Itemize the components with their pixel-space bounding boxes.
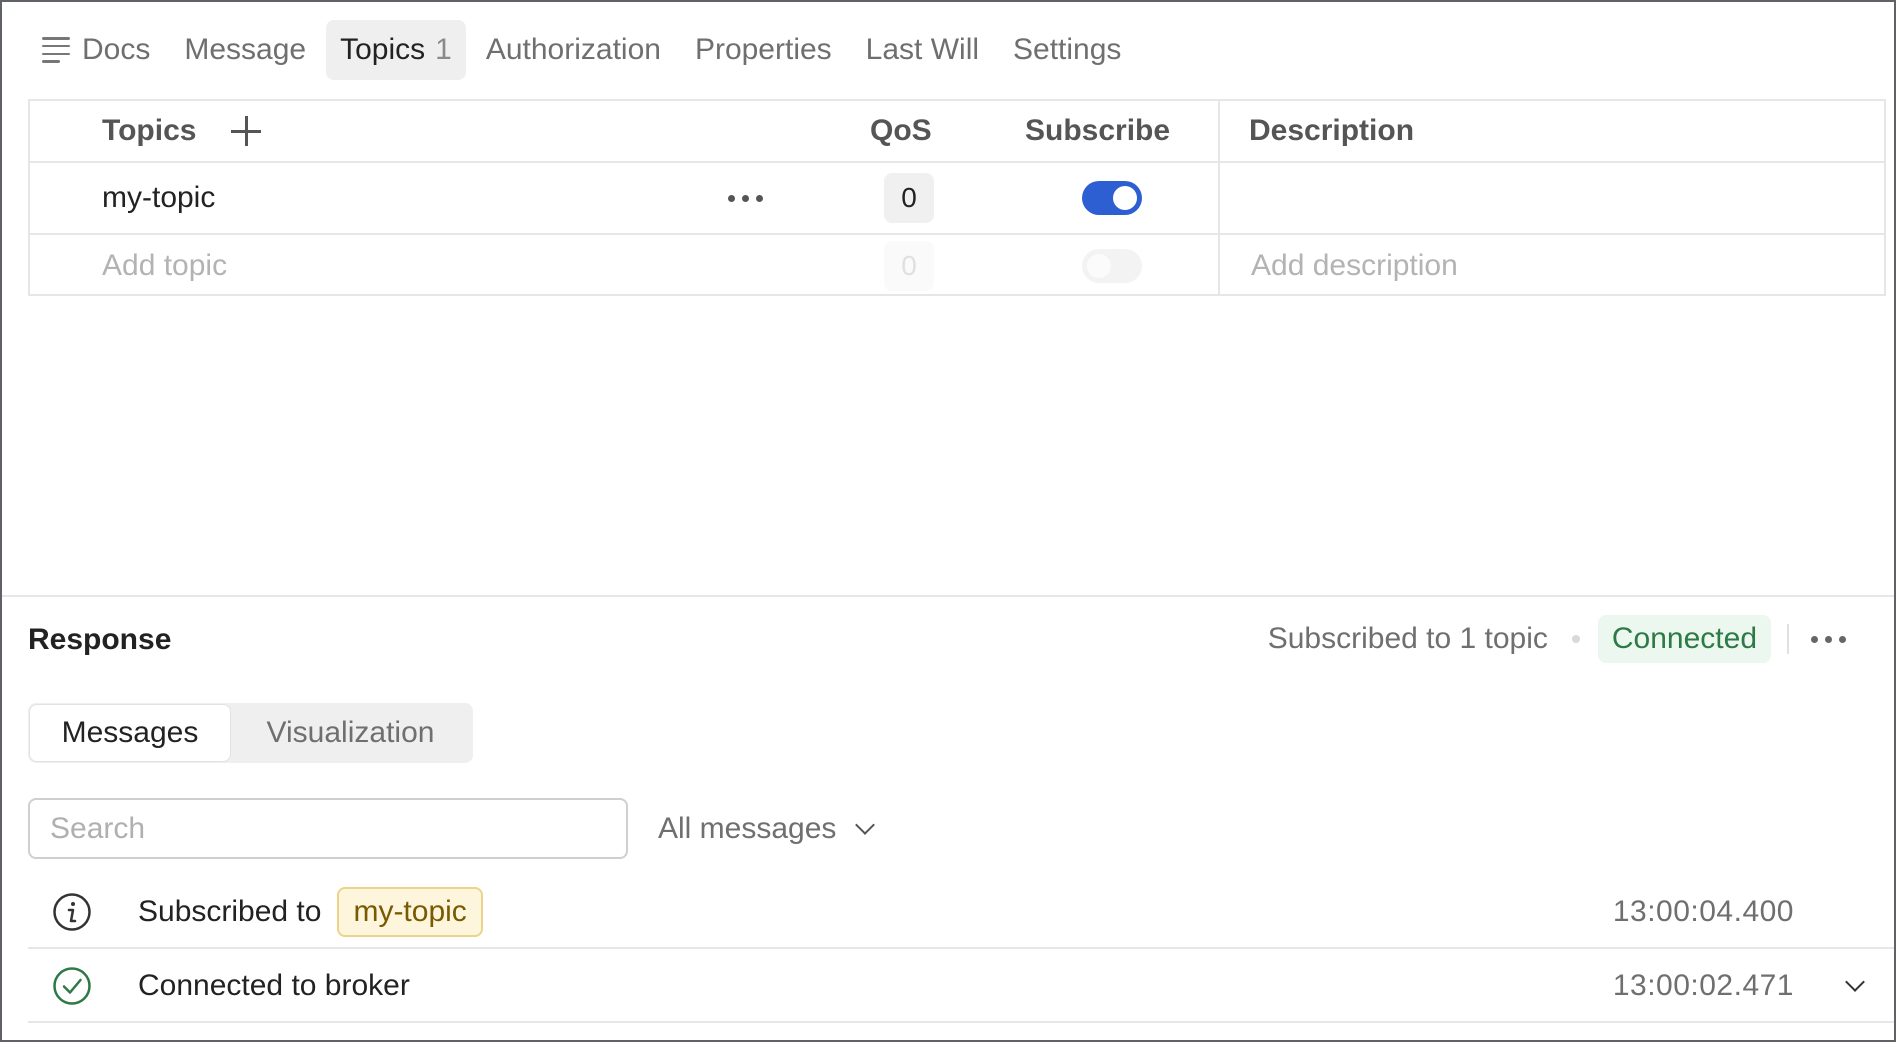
frame-top-border	[0, 0, 1896, 2]
more-horizontal-icon	[727, 194, 763, 202]
subscribe-toggle[interactable]	[1082, 181, 1142, 215]
table-header-row: Topics QoS Subscribe Description	[30, 101, 1884, 163]
tab-message[interactable]: Message	[170, 20, 320, 80]
message-timestamp: 13:00:02.471	[1612, 969, 1794, 1002]
tab-settings-label: Settings	[1013, 33, 1122, 66]
new-qos-cell: 0	[884, 235, 934, 296]
plus-icon	[229, 114, 263, 148]
qos-input[interactable]: 0	[884, 173, 934, 223]
topics-table: Topics QoS Subscribe Description my-topi…	[28, 99, 1886, 296]
message-timestamp: 13:00:04.400	[1612, 895, 1794, 928]
header-qos: QoS	[870, 114, 932, 147]
table-row: my-topic 0	[30, 163, 1884, 235]
tab-docs-label: Docs	[82, 33, 151, 66]
response-status-bar: Subscribed to 1 topic Connected	[1268, 614, 1846, 664]
request-tabs: Docs Message Topics 1 Authorization Prop…	[30, 20, 1135, 80]
expand-chevron-icon[interactable]	[1845, 972, 1865, 992]
message-text: Connected to broker	[138, 969, 410, 1003]
message-label: Connected to broker	[138, 969, 410, 1002]
tab-last-will-label: Last Will	[865, 33, 980, 66]
response-title: Response	[28, 623, 172, 656]
tab-authorization[interactable]: Authorization	[472, 20, 675, 80]
tab-topics-label: Topics	[340, 33, 426, 66]
subscription-summary: Subscribed to 1 topic	[1267, 622, 1548, 655]
message-label: Subscribed to	[138, 895, 322, 928]
list-item: Connected to broker 13:00:02.471	[28, 951, 1894, 1023]
tab-authorization-label: Authorization	[485, 33, 661, 66]
docs-icon	[42, 37, 70, 63]
new-topic-row: Add topic 0 Add description	[30, 235, 1884, 296]
view-messages-button[interactable]: Messages	[30, 705, 230, 761]
header-subscribe: Subscribe	[1025, 114, 1171, 147]
subscribe-cell	[1082, 163, 1142, 233]
message-text: Subscribed to my-topic	[138, 887, 483, 937]
status-divider	[1787, 624, 1789, 654]
tab-properties[interactable]: Properties	[681, 20, 846, 80]
tab-properties-label: Properties	[694, 33, 832, 66]
topic-name-field[interactable]: my-topic	[102, 163, 215, 233]
topic-chip: my-topic	[337, 887, 483, 937]
connection-status-badge: Connected	[1597, 615, 1771, 663]
pane-resize-handle[interactable]	[2, 595, 1894, 597]
search-input[interactable]	[28, 798, 628, 859]
tab-message-label: Message	[184, 33, 307, 66]
header-description: Description	[1249, 114, 1415, 147]
chevron-down-icon	[855, 815, 876, 835]
list-item: Subscribed to my-topic 13:00:04.400	[28, 877, 1894, 949]
qos-cell: 0	[884, 163, 934, 233]
message-filter-dropdown[interactable]: All messages	[658, 804, 876, 854]
tab-topics[interactable]: Topics 1	[326, 20, 466, 80]
tab-docs[interactable]: Docs	[30, 20, 164, 80]
new-qos-input[interactable]: 0	[884, 240, 934, 291]
tab-topics-count: 1	[435, 33, 452, 66]
tab-settings[interactable]: Settings	[999, 20, 1135, 80]
response-options-icon[interactable]	[1811, 635, 1846, 643]
message-filter-value: All messages	[658, 812, 837, 845]
check-circle-icon	[53, 967, 91, 1005]
add-topic-input[interactable]: Add topic	[102, 235, 227, 296]
info-icon	[53, 893, 91, 931]
new-subscribe-cell	[1082, 235, 1142, 296]
add-topic-button[interactable]	[226, 101, 266, 161]
new-subscribe-toggle[interactable]	[1082, 248, 1142, 283]
add-description-input[interactable]: Add description	[1251, 235, 1458, 296]
response-view-switch: Messages Visualization	[28, 703, 473, 763]
header-topics: Topics	[102, 114, 197, 147]
view-visualization-button[interactable]: Visualization	[230, 705, 471, 761]
topic-options-button[interactable]	[710, 163, 780, 233]
status-separator-dot	[1571, 635, 1580, 643]
tab-last-will[interactable]: Last Will	[852, 20, 993, 80]
